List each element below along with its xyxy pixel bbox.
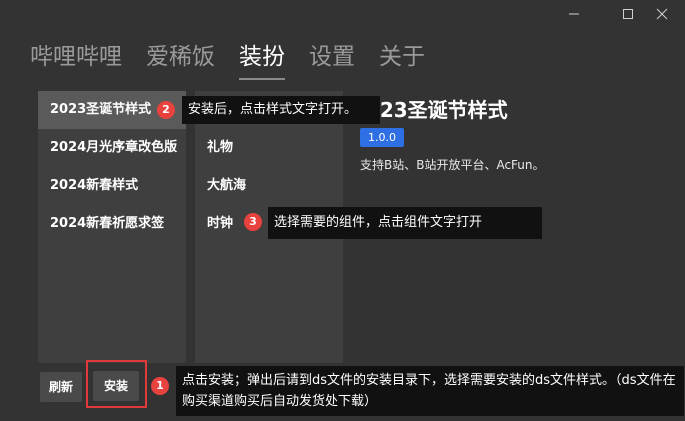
app-window: 哔哩哔哩 爱稀饭 装扮 设置 关于 2023圣诞节样式 2024月光序章改色版 … [0, 0, 685, 421]
detail-description: 支持B站、B站开放平台、AcFun。 [360, 158, 545, 172]
version-badge: 1.0.0 [360, 128, 404, 147]
maximize-icon [623, 9, 633, 19]
tab-bilibili[interactable]: 哔哩哔哩 [30, 40, 122, 74]
callout-3: 选择需要的组件，点击组件文字打开 [268, 207, 542, 239]
tab-settings[interactable]: 设置 [309, 40, 355, 74]
tab-appearance[interactable]: 装扮 [239, 40, 285, 80]
marker-2: 2 [157, 101, 175, 119]
minimize-icon [569, 13, 579, 15]
main-nav: 哔哩哔哩 爱稀饭 装扮 设置 关于 [30, 40, 425, 80]
component-item-guard[interactable]: 大航海 [195, 167, 343, 205]
marker-1: 1 [151, 377, 169, 395]
callout-1: 点击安装；弹出后请到ds文件的安装目录下，选择需要安装的ds文件样式。（ds文件… [176, 366, 684, 416]
minimize-button[interactable] [551, 0, 597, 28]
install-button[interactable]: 安装 [93, 371, 139, 401]
close-icon [656, 8, 668, 20]
style-item-2024-moonlight[interactable]: 2024月光序章改色版 [38, 129, 186, 167]
refresh-button[interactable]: 刷新 [40, 372, 82, 402]
style-item-2024-spring[interactable]: 2024新春样式 [38, 167, 186, 205]
close-button[interactable] [639, 0, 685, 28]
style-item-2024-spring-fortune[interactable]: 2024新春祈愿求签 [38, 205, 186, 243]
marker-3: 3 [244, 213, 262, 231]
style-list: 2023圣诞节样式 2024月光序章改色版 2024新春样式 2024新春祈愿求… [38, 91, 186, 363]
component-item-gift[interactable]: 礼物 [195, 129, 343, 167]
tab-about[interactable]: 关于 [379, 40, 425, 74]
tab-aixifan[interactable]: 爱稀饭 [146, 40, 215, 74]
callout-2: 安装后，点击样式文字打开。 [182, 96, 380, 124]
